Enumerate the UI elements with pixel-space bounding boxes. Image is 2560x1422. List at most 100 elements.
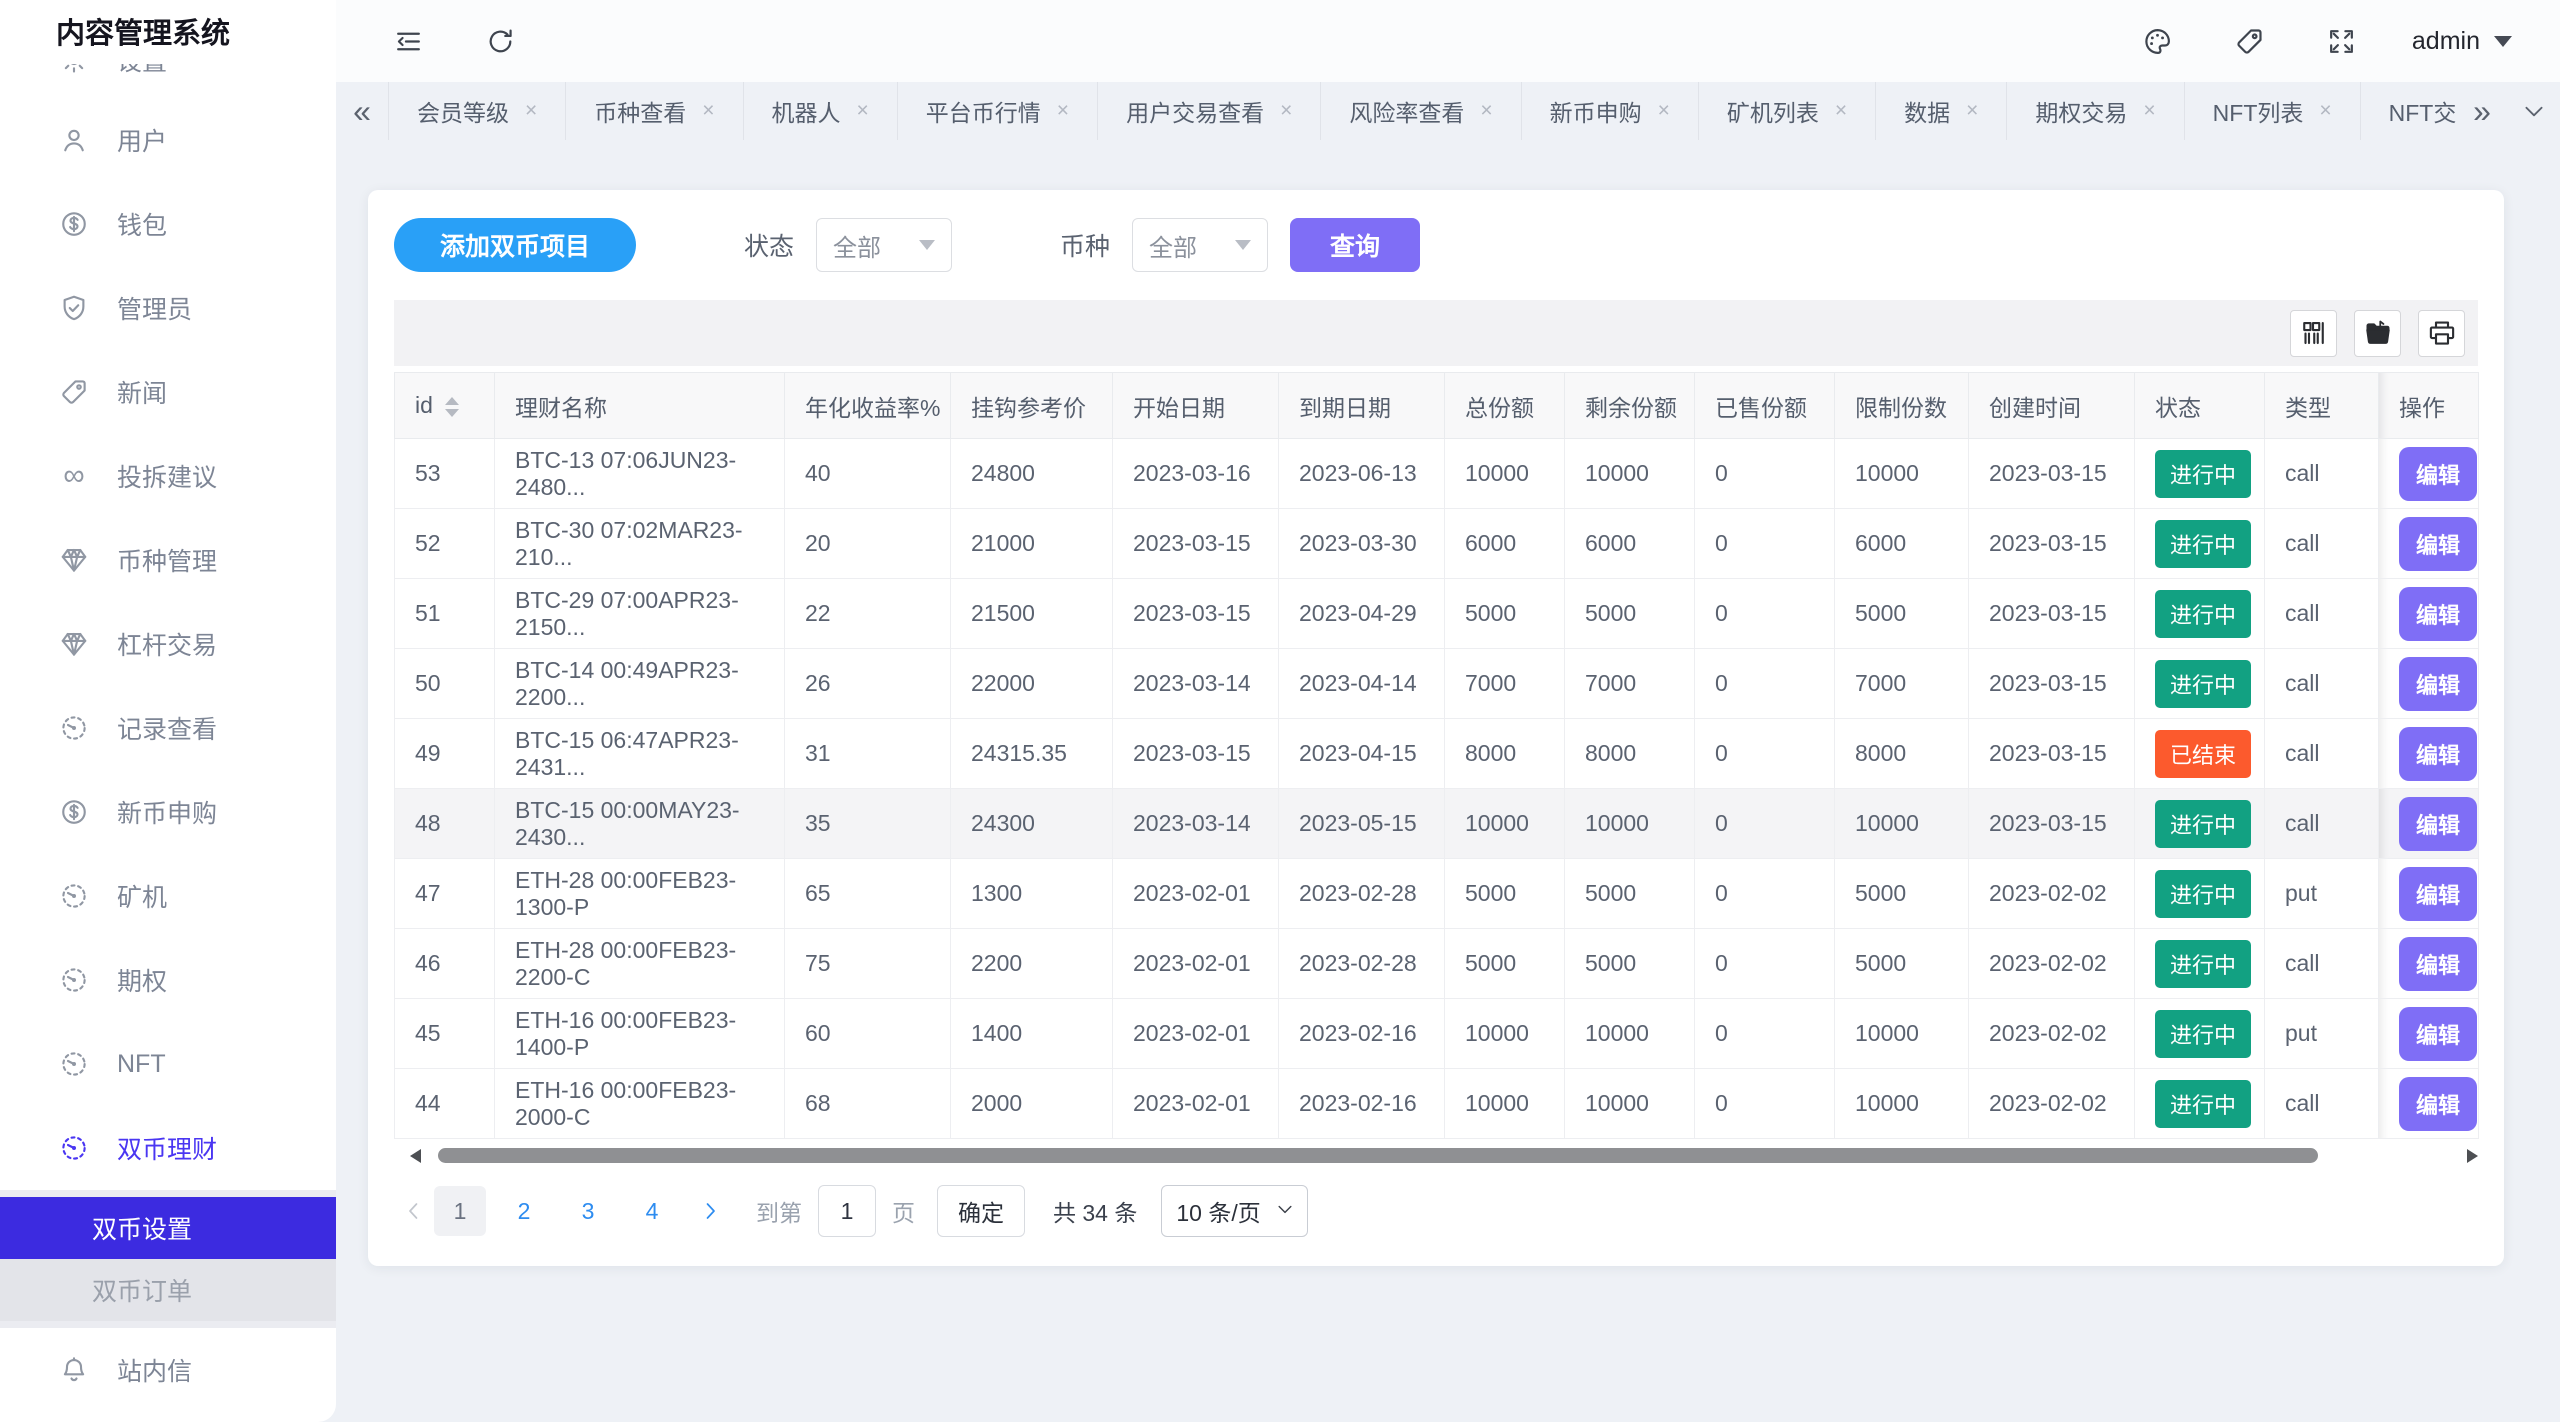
tab-平台币行情[interactable]: 平台币行情× [898,82,1098,140]
edit-button[interactable]: 编辑 [2399,447,2477,501]
radar-icon [58,1132,90,1164]
palette-icon[interactable] [2138,21,2178,61]
tab-用户交易查看[interactable]: 用户交易查看× [1098,82,1321,140]
sidebar-item-站内信[interactable]: 站内信 [0,1328,336,1412]
edit-button[interactable]: 编辑 [2399,517,2477,571]
scroll-left-arrow[interactable] [410,1149,421,1163]
tab-矿机列表[interactable]: 矿机列表× [1699,82,1876,140]
column-header-label: 总份额 [1465,395,1534,421]
sidebar-item-新闻[interactable]: 新闻 [0,350,336,434]
sidebar-item-期权[interactable]: 期权 [0,938,336,1022]
confirm-page-button[interactable]: 确定 [937,1185,1025,1237]
sidebar-subitem-双币设置[interactable]: 双币设置 [0,1197,336,1259]
cell-created: 2023-02-02 [1969,929,2135,999]
coin-filter-select[interactable]: 全部 [1132,218,1268,272]
page-number-3[interactable]: 3 [562,1186,614,1236]
sidebar-item-用户[interactable]: 用户 [0,98,336,182]
print-icon[interactable] [2418,310,2465,357]
sidebar-item-记录查看[interactable]: 记录查看 [0,686,336,770]
add-dual-project-button[interactable]: 添加双币项目 [394,218,636,272]
sidebar-item-新币申购[interactable]: 新币申购 [0,770,336,854]
column-header-id[interactable]: id [395,373,495,439]
tab-bar: « 会员等级×币种查看×机器人×平台币行情×用户交易查看×风险率查看×新币申购×… [336,82,2560,140]
sidebar-submenu: 双币设置双币订单 [0,1190,336,1328]
edit-button[interactable]: 编辑 [2399,797,2477,851]
tab-NFT交易记录[interactable]: NFT交易记录 [2361,82,2456,140]
tab-label: 币种查看 [594,94,686,128]
edit-button[interactable]: 编辑 [2399,1077,2477,1131]
edit-button[interactable]: 编辑 [2399,937,2477,991]
close-icon[interactable]: × [2143,99,2155,123]
cell-total: 10000 [1445,789,1565,859]
cell-remain: 6000 [1565,509,1695,579]
prev-page-icon[interactable] [394,1186,434,1236]
pagination: 1234 到第 页 确定 共 34 条 10 条/页 [394,1185,2478,1237]
tab-风险率查看[interactable]: 风险率查看× [1321,82,1521,140]
sidebar-item-投拆建议[interactable]: ∞投拆建议 [0,434,336,518]
page-number-2[interactable]: 2 [498,1186,550,1236]
per-page-select[interactable]: 10 条/页 [1161,1185,1307,1237]
page-number-1[interactable]: 1 [434,1186,486,1236]
scroll-right-arrow[interactable] [2467,1149,2478,1163]
sidebar-item-label: 站内信 [117,1352,192,1388]
scrollbar-thumb[interactable] [438,1148,2318,1163]
tab-会员等级[interactable]: 会员等级× [388,82,566,140]
sidebar-item-币种管理[interactable]: 币种管理 [0,518,336,602]
chevron-down-icon [2494,36,2512,47]
sidebar-subitem-双币订单[interactable]: 双币订单 [0,1259,336,1321]
sidebar-item-设置[interactable]: 设置 [0,64,336,98]
close-icon[interactable]: × [1658,99,1670,123]
sidebar-item-矿机[interactable]: 矿机 [0,854,336,938]
search-button[interactable]: 查询 [1290,218,1420,272]
edit-button[interactable]: 编辑 [2399,727,2477,781]
table-header-row: id理财名称年化收益率%挂钩参考价开始日期到期日期总份额剩余份额已售份额限制份数… [395,373,2479,439]
close-icon[interactable]: × [2319,99,2331,123]
edit-button[interactable]: 编辑 [2399,867,2477,921]
edit-button[interactable]: 编辑 [2399,587,2477,641]
collapse-menu-icon[interactable] [388,21,428,61]
goto-page-input[interactable] [818,1185,876,1237]
tag-icon[interactable] [2230,21,2270,61]
sidebar-item-管理员[interactable]: 管理员 [0,266,336,350]
cell-status: 进行中 [2135,649,2265,719]
close-icon[interactable]: × [1280,99,1292,123]
edit-button[interactable]: 编辑 [2399,1007,2477,1061]
sidebar-item-NFT[interactable]: NFT [0,1022,336,1106]
close-icon[interactable]: × [702,99,714,123]
table-row: 49BTC-15 06:47APR23-2431...3124315.35202… [395,719,2479,789]
tab-数据[interactable]: 数据× [1876,82,2007,140]
fullscreen-icon[interactable] [2322,21,2362,61]
export-icon[interactable] [2354,310,2401,357]
edit-button[interactable]: 编辑 [2399,657,2477,711]
column-header-rate: 年化收益率% [785,373,951,439]
next-page-icon[interactable] [690,1186,730,1236]
close-icon[interactable]: × [857,99,869,123]
close-icon[interactable]: × [1966,99,1978,123]
sidebar-item-双币理财[interactable]: 双币理财 [0,1106,336,1190]
cell-limit: 6000 [1835,509,1969,579]
close-icon[interactable]: × [1835,99,1847,123]
status-filter-value: 全部 [833,228,881,263]
sidebar-item-钱包[interactable]: 钱包 [0,182,336,266]
sidebar-item-杠杆交易[interactable]: 杠杆交易 [0,602,336,686]
columns-icon[interactable] [2290,310,2337,357]
tab-期权交易[interactable]: 期权交易× [2007,82,2184,140]
status-filter-select[interactable]: 全部 [816,218,952,272]
tabs-dropdown-icon[interactable] [2508,82,2560,140]
cell-sold: 0 [1695,929,1835,999]
close-icon[interactable]: × [1480,99,1492,123]
user-menu[interactable]: admin [2412,27,2512,56]
tab-币种查看[interactable]: 币种查看 × [566,82,743,140]
refresh-icon[interactable] [480,21,520,61]
tab-新币申购[interactable]: 新币申购× [1522,82,1699,140]
close-icon[interactable]: × [525,99,537,123]
tab-机器人[interactable]: 机器人× [744,82,898,140]
cell-created: 2023-03-15 [1969,579,2135,649]
page-number-4[interactable]: 4 [626,1186,678,1236]
tabs-scroll-right-icon[interactable]: » [2456,82,2508,140]
sort-icon[interactable] [445,397,459,417]
tabs-scroll-left-icon[interactable]: « [336,82,388,140]
close-icon[interactable]: × [1057,99,1069,123]
tab-NFT列表[interactable]: NFT列表× [2185,82,2361,140]
cell-start: 2023-03-15 [1113,719,1279,789]
